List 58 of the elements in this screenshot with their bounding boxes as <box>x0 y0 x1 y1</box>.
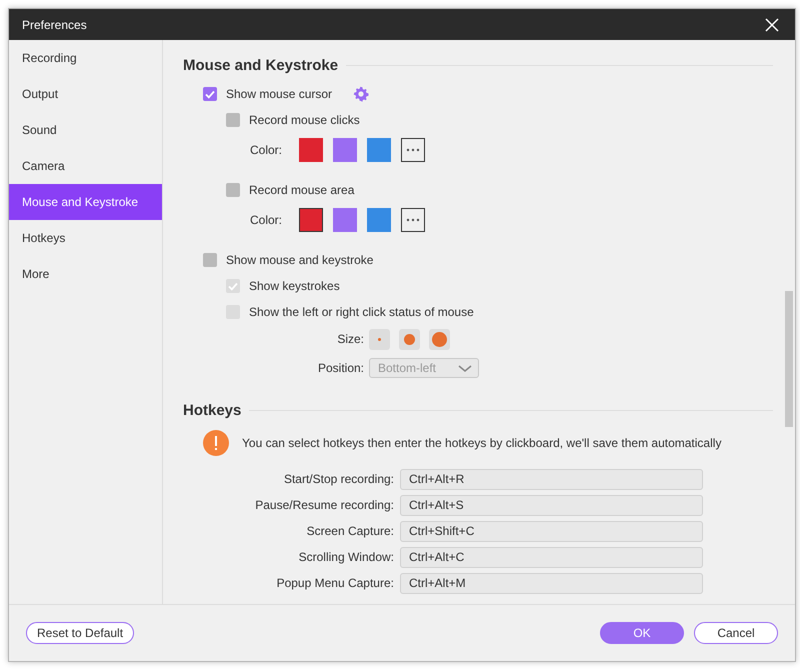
sidebar-item[interactable]: Sound <box>9 112 162 148</box>
more-icon <box>406 148 420 152</box>
checkbox[interactable] <box>226 113 240 127</box>
hotkey-label: Screen Capture: <box>306 524 394 538</box>
dot-icon <box>378 338 381 340</box>
checkbox-label: Show mouse cursor <box>226 87 332 101</box>
color-label: Color: <box>250 213 282 227</box>
hotkey-field[interactable]: Ctrl+Alt+M <box>400 572 703 594</box>
sidebar-item[interactable]: Recording <box>9 40 162 76</box>
checkbox-label: Record mouse area <box>249 183 354 197</box>
section-heading: Hotkeys <box>183 402 242 419</box>
chevron-down-icon <box>458 364 472 372</box>
warning-icon <box>203 430 229 456</box>
sidebar-item[interactable]: Hotkeys <box>9 220 162 256</box>
more-colors-button[interactable] <box>401 138 426 162</box>
check-icon <box>204 88 216 100</box>
color-swatch[interactable] <box>299 208 324 232</box>
window-title: Preferences <box>22 18 87 32</box>
dialog-button[interactable]: Reset to Default <box>26 622 134 644</box>
hotkey-label: Scrolling Window: <box>298 550 394 564</box>
scrollbar-thumb[interactable] <box>785 291 793 427</box>
checkbox-label: Show keystrokes <box>249 279 340 293</box>
notice-text: You can select hotkeys then enter the hotkeys by clickboard, we'll save them automatically <box>242 436 722 450</box>
close-icon[interactable] <box>765 18 779 32</box>
more-icon <box>406 218 420 222</box>
hotkey-field[interactable]: Ctrl+Shift+C <box>400 520 703 542</box>
check-icon <box>227 280 239 292</box>
color-label: Color: <box>250 143 282 157</box>
dialog-button[interactable]: Cancel <box>694 622 778 644</box>
color-swatch[interactable] <box>367 208 392 232</box>
dot-icon <box>404 334 415 344</box>
sidebar-item[interactable]: More <box>9 256 162 292</box>
dialog-button[interactable]: OK <box>600 622 684 644</box>
checkbox[interactable] <box>203 87 217 101</box>
checkbox-label: Show mouse and keystroke <box>226 253 374 267</box>
hotkey-field[interactable]: Ctrl+Alt+R <box>400 468 703 490</box>
checkbox[interactable] <box>226 183 240 197</box>
color-swatch[interactable] <box>333 138 358 162</box>
size-label: Size: <box>336 332 364 346</box>
more-colors-button[interactable] <box>401 208 426 232</box>
hotkey-field[interactable]: Ctrl+Alt+C <box>400 546 703 568</box>
position-label: Position: <box>316 361 364 375</box>
dot-icon <box>432 332 447 346</box>
hotkey-field[interactable]: Ctrl+Alt+S <box>400 494 703 516</box>
sidebar-item[interactable]: Output <box>9 76 162 112</box>
color-swatch[interactable] <box>367 138 392 162</box>
hotkey-label: Pause/Resume recording: <box>254 498 394 512</box>
sidebar-item[interactable]: Mouse and Keystroke <box>9 184 162 220</box>
settings-icon[interactable] <box>353 86 370 102</box>
checkbox[interactable] <box>203 253 217 267</box>
hotkey-label: Popup Menu Capture: <box>276 576 394 590</box>
checkbox-label: Show the left or right click status of mouse <box>249 305 474 319</box>
checkbox-label: Record mouse clicks <box>249 113 360 127</box>
section-heading: Mouse and Keystroke <box>183 57 338 74</box>
sidebar-item[interactable]: Camera <box>9 148 162 184</box>
hotkey-label: Start/Stop recording: <box>282 472 394 486</box>
color-swatch[interactable] <box>333 208 358 232</box>
color-swatch[interactable] <box>299 138 324 162</box>
